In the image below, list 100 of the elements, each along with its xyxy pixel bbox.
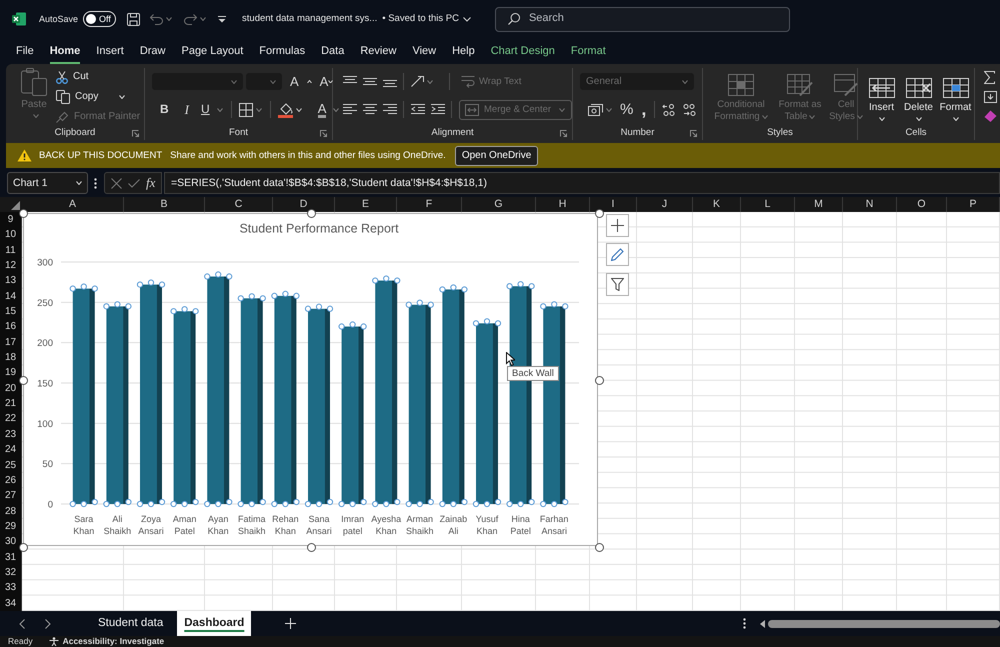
increase-decimal-icon[interactable]: [662, 104, 676, 116]
italic-button[interactable]: I: [184, 102, 190, 118]
row-header[interactable]: 23: [0, 426, 21, 442]
menu-tab[interactable]: Draw: [140, 44, 166, 64]
plus-icon[interactable]: [285, 618, 296, 629]
resize-handle-icon[interactable]: [594, 542, 604, 552]
name-box[interactable]: Chart 1: [7, 172, 88, 194]
accounting-format-icon[interactable]: [588, 104, 603, 116]
select-all-icon[interactable]: [11, 201, 20, 210]
accessibility-icon[interactable]: [48, 637, 59, 646]
row-header[interactable]: 33: [0, 580, 21, 596]
menu-tab[interactable]: Formulas: [259, 44, 306, 64]
row-header[interactable]: 18: [0, 350, 21, 366]
menu-tab[interactable]: Review: [360, 44, 396, 64]
row-header[interactable]: 13: [0, 273, 21, 289]
row-header[interactable]: 25: [0, 458, 21, 473]
row-header[interactable]: 27: [0, 488, 21, 504]
menu-tab[interactable]: View: [412, 44, 436, 64]
menu-tab[interactable]: Insert: [96, 44, 124, 64]
dialog-launcher-icon[interactable]: [560, 130, 567, 136]
more-options-icon[interactable]: [743, 618, 746, 629]
decrease-indent-icon[interactable]: [411, 104, 425, 115]
row-header[interactable]: 31: [0, 550, 21, 565]
autosave-toggle[interactable]: Off: [83, 11, 116, 27]
file-name[interactable]: student data management sys...: [242, 13, 378, 25]
dialog-launcher-icon[interactable]: [690, 130, 697, 136]
row-header[interactable]: 26: [0, 472, 21, 488]
save-status[interactable]: • Saved to this PC: [382, 13, 459, 25]
menu-tab[interactable]: Chart Design: [490, 44, 555, 64]
scrollbar-thumb[interactable]: [768, 620, 1000, 628]
decrease-decimal-icon[interactable]: [683, 104, 696, 116]
chart-filters-button[interactable]: [606, 273, 629, 296]
row-header[interactable]: 22: [0, 411, 21, 427]
row-header[interactable]: 10: [0, 227, 21, 243]
ribbon-button[interactable]: Format: [938, 68, 973, 126]
selection-markers[interactable]: [70, 271, 568, 508]
row-header[interactable]: 29: [0, 518, 21, 534]
ribbon-button[interactable]: Insert: [864, 68, 899, 126]
cut-button[interactable]: Cut: [56, 69, 140, 85]
customize-toolbar-icon[interactable]: [218, 16, 226, 22]
accessibility-status[interactable]: Accessibility: Investigate: [62, 636, 164, 647]
row-header[interactable]: 9: [0, 212, 21, 228]
menu-tab[interactable]: Page Layout: [181, 44, 244, 64]
row-header[interactable]: 34: [0, 596, 21, 611]
redo-icon[interactable]: [184, 14, 198, 24]
autosum-icon[interactable]: [984, 71, 995, 84]
menu-tab[interactable]: File: [16, 44, 34, 64]
increase-indent-icon[interactable]: [431, 104, 445, 115]
align-right-icon[interactable]: [383, 104, 397, 115]
row-header[interactable]: 14: [0, 288, 21, 304]
text-orientation-icon[interactable]: [411, 76, 424, 87]
row-header[interactable]: 19: [0, 365, 21, 381]
insert-function-button[interactable]: fx: [146, 175, 156, 191]
ribbon-button[interactable]: Delete: [901, 68, 936, 126]
borders-icon[interactable]: [238, 102, 253, 116]
menu-tab[interactable]: Help: [452, 44, 475, 64]
align-middle-icon[interactable]: [363, 76, 377, 87]
open-onedrive-button[interactable]: Open OneDrive: [454, 146, 538, 166]
increase-font-size-button[interactable]: A: [290, 74, 299, 90]
align-left-icon[interactable]: [343, 104, 357, 115]
checkmark-icon[interactable]: [128, 178, 140, 188]
chart-styles-button[interactable]: [606, 243, 629, 266]
row-header[interactable]: 20: [0, 380, 21, 396]
underline-button[interactable]: U: [201, 102, 210, 117]
align-center-icon[interactable]: [363, 104, 377, 115]
scroll-left-icon[interactable]: [760, 620, 765, 628]
row-header[interactable]: 21: [0, 396, 21, 412]
row-header[interactable]: 12: [0, 258, 21, 274]
search-field[interactable]: Search: [494, 6, 790, 32]
sheet-tab[interactable]: Student data: [91, 611, 170, 636]
chevron-left-icon[interactable]: [19, 618, 25, 628]
row-header[interactable]: 30: [0, 534, 21, 550]
more-options-icon[interactable]: [94, 178, 97, 188]
save-icon[interactable]: [127, 12, 140, 26]
row-header[interactable]: 17: [0, 334, 21, 350]
formula-input[interactable]: =SERIES(,'Student data'!$B$4:$B$18,'Student data'!$H$4:$H$18,1): [164, 172, 1000, 194]
fill-down-icon[interactable]: [984, 91, 997, 103]
cancel-icon[interactable]: [111, 178, 122, 188]
percent-style-button[interactable]: %: [620, 100, 634, 118]
row-header[interactable]: 15: [0, 304, 21, 320]
bar-chart[interactable]: [23, 213, 598, 546]
eraser-icon[interactable]: [984, 110, 997, 122]
row-header[interactable]: 24: [0, 442, 21, 458]
decrease-font-size-button[interactable]: A: [320, 74, 328, 90]
menu-tab[interactable]: Format: [570, 44, 606, 64]
sheet-tab[interactable]: Dashboard: [177, 611, 252, 636]
row-header[interactable]: 16: [0, 319, 21, 335]
row-header[interactable]: 32: [0, 564, 21, 580]
copy-button[interactable]: Copy: [56, 89, 140, 105]
menu-tab[interactable]: Data: [321, 44, 344, 64]
row-header[interactable]: 28: [0, 504, 21, 519]
chevron-down-icon[interactable]: [462, 16, 471, 22]
font-color-button[interactable]: A: [318, 102, 326, 118]
undo-icon[interactable]: [150, 14, 164, 24]
dialog-launcher-icon[interactable]: [320, 130, 327, 136]
dialog-launcher-icon[interactable]: [132, 130, 139, 136]
fill-color-icon[interactable]: [278, 102, 293, 118]
chart-elements-button[interactable]: [606, 214, 629, 237]
chevron-right-icon[interactable]: [45, 618, 51, 628]
row-header[interactable]: 11: [0, 242, 21, 258]
